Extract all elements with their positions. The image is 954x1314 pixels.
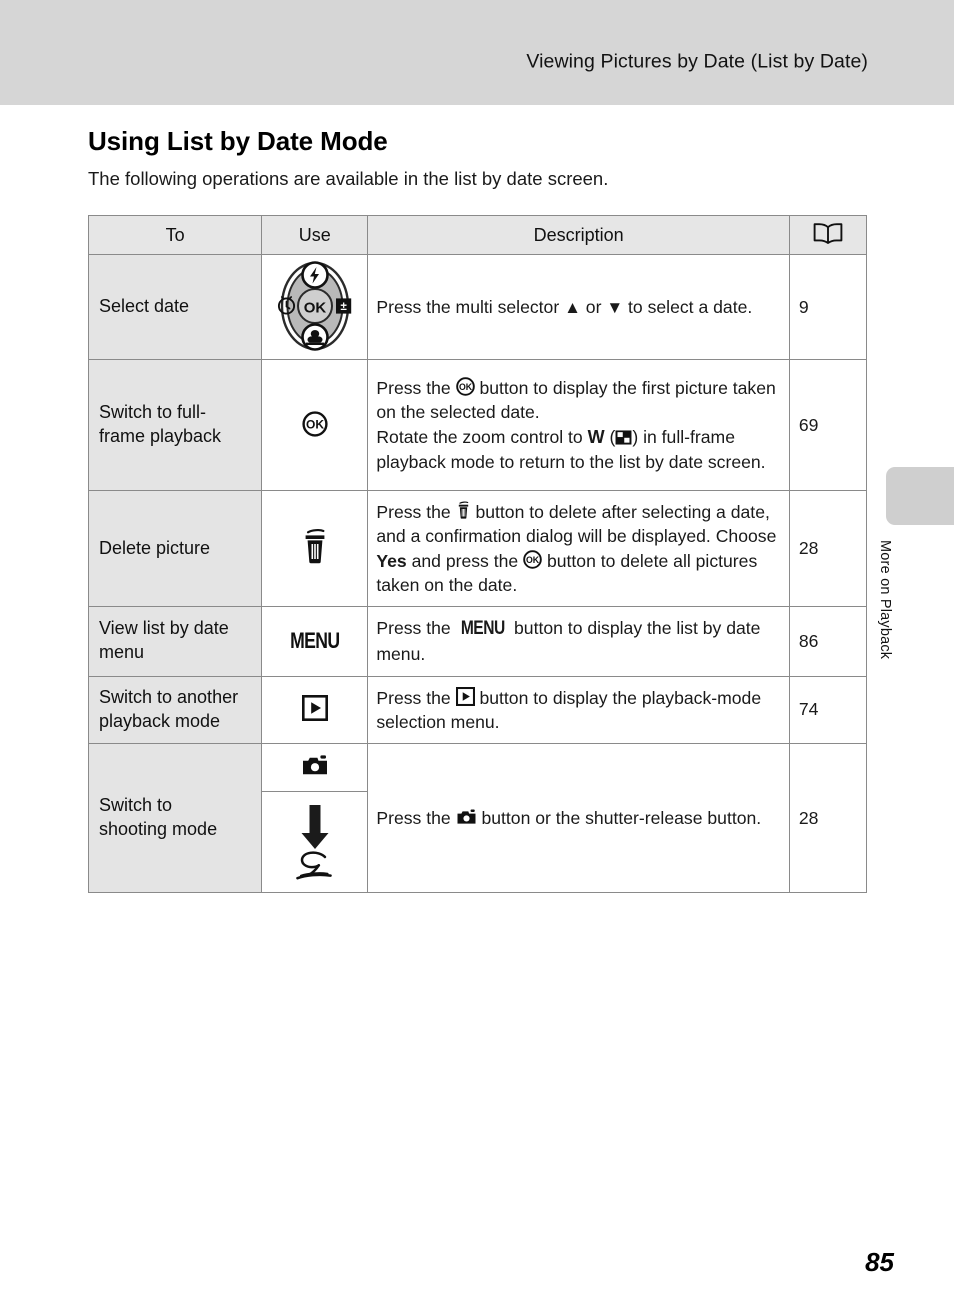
ok-button-icon: OK — [523, 549, 542, 569]
row-reference-select-date: 9 — [788, 254, 868, 360]
table-header-row: To Use Description — [87, 215, 868, 255]
row-label-full-frame: Switch to full-frame playback — [87, 359, 263, 491]
row-description-select-date: Press the multi selector ▲ or ▼ to selec… — [367, 254, 790, 360]
ok-button-icon: OK — [302, 410, 328, 437]
description-text-part: ( — [604, 426, 616, 447]
row-use-select-date: OK ± — [261, 254, 369, 360]
row-reference-shooting-mode: 28 — [788, 743, 868, 894]
row-reference-delete-picture: 28 — [788, 489, 868, 608]
page-title: Using List by Date Mode — [88, 126, 388, 156]
camera-button-icon — [301, 755, 329, 777]
row-description-shooting-mode: Press the button or the shutter-release … — [367, 743, 790, 894]
emphasis-yes: Yes — [376, 550, 407, 571]
operations-table: To Use Description Select date OK ± Pres… — [87, 215, 868, 894]
wide-zoom-label: W — [587, 426, 605, 447]
table-row: Switch to another playback mode Press the… — [87, 675, 868, 745]
table-row: Delete picture Press the button to delet… — [87, 489, 868, 608]
row-label-shooting-mode: Switch to shooting mode — [87, 743, 263, 894]
camera-button-icon — [456, 809, 477, 826]
menu-button-icon: MENU — [290, 628, 340, 654]
description-text-part: and press the — [406, 550, 524, 571]
use-split-table — [262, 744, 368, 893]
row-label-delete-picture: Delete picture — [87, 489, 263, 608]
svg-text:OK: OK — [459, 382, 473, 392]
row-use-view-menu: MENU — [261, 606, 369, 677]
table-row: Select date OK ± Press the multi selecto… — [87, 254, 868, 360]
description-text-part: button or the shutter-release button. — [476, 807, 762, 828]
use-split-top-cell — [262, 744, 368, 793]
row-label-select-date: Select date — [87, 254, 263, 360]
section-thumb-tab-label: More on Playback — [877, 540, 893, 660]
row-reference-another-playback: 74 — [788, 675, 868, 745]
description-text-part: or — [580, 296, 607, 317]
column-header-reference — [788, 215, 868, 255]
description-text-part: Press the — [376, 807, 456, 828]
svg-text:±: ± — [340, 301, 347, 313]
table-row: View list by date menu MENU Press the MEN… — [87, 606, 868, 677]
row-description-delete-picture: Press the button to delete after selecti… — [367, 489, 790, 608]
row-label-another-playback: Switch to another playback mode — [87, 675, 263, 745]
multi-selector-dial-icon: OK ± — [275, 260, 355, 352]
row-reference-full-frame: 69 — [788, 359, 868, 491]
description-text-part: Press the — [376, 378, 456, 399]
trash-icon — [456, 501, 471, 520]
thumbnail-view-icon — [615, 430, 632, 445]
table-row: Switch to full-frame playback OK Press t… — [87, 359, 868, 491]
trash-icon — [300, 529, 330, 565]
row-use-full-frame: OK — [261, 359, 369, 491]
description-text-part: Press the — [376, 687, 456, 708]
playback-button-icon — [455, 686, 475, 706]
row-label-view-menu: View list by date menu — [87, 606, 263, 677]
column-header-description: Description — [367, 215, 790, 255]
description-text-part: Press the — [376, 618, 456, 639]
row-use-shooting-mode — [261, 743, 369, 894]
down-triangle-icon: ▼ — [606, 297, 624, 317]
description-text-part: to select a date. — [623, 296, 753, 317]
row-description-view-menu: Press the MENU button to display the lis… — [367, 606, 790, 677]
row-description-full-frame: Press the OK button to display the first… — [367, 359, 790, 491]
svg-text:OK: OK — [306, 417, 324, 431]
ok-button-icon: OK — [455, 377, 475, 396]
svg-text:OK: OK — [304, 299, 327, 316]
menu-button-icon: MENU — [460, 618, 505, 640]
use-split-bottom — [262, 791, 368, 893]
page-number: 85 — [865, 1247, 894, 1277]
table-row: Switch to shooting mode Press the button… — [87, 743, 868, 894]
row-use-delete-picture — [261, 489, 369, 608]
description-text-part: Press the — [376, 502, 456, 522]
row-description-another-playback: Press the button to display the playback… — [367, 675, 790, 745]
section-thumb-tab — [886, 467, 954, 525]
up-triangle-icon: ▲ — [564, 297, 581, 317]
use-split-bottom-cell — [262, 791, 368, 893]
description-text-part: Press the multi selector — [376, 296, 565, 317]
shutter-release-press-icon — [289, 799, 341, 883]
row-reference-view-menu: 86 — [788, 606, 868, 677]
row-use-another-playback — [261, 675, 369, 745]
column-header-use: Use — [261, 215, 369, 255]
use-split-top — [262, 744, 368, 793]
svg-text:OK: OK — [526, 554, 540, 564]
book-icon — [813, 222, 843, 245]
page-intro-text: The following operations are available i… — [88, 168, 609, 189]
column-header-to: To — [87, 215, 263, 255]
playback-button-icon — [301, 695, 328, 722]
running-header-title: Viewing Pictures by Date (List by Date) — [526, 50, 868, 73]
